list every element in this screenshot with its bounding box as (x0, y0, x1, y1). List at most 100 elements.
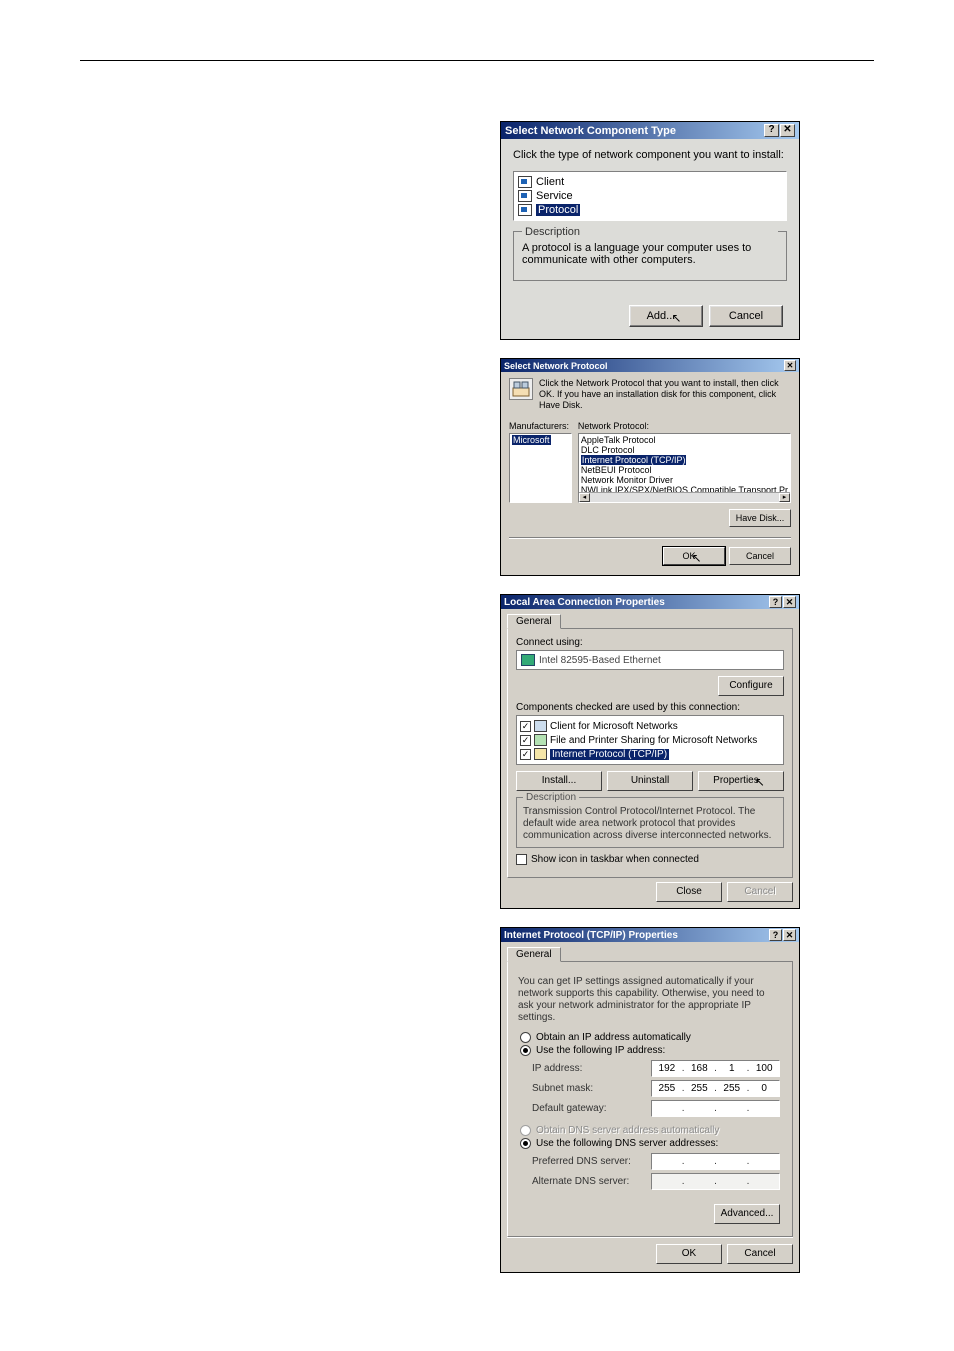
use-ip-radio-row[interactable]: Use the following IP address: (520, 1045, 780, 1056)
preferred-dns-input[interactable]: . . . (651, 1153, 780, 1170)
dialog-title: Local Area Connection Properties (504, 597, 769, 608)
use-dns-radio-row[interactable]: Use the following DNS server addresses: (520, 1138, 780, 1149)
components-label: Components checked are used by this conn… (516, 702, 784, 713)
checkbox[interactable]: ✓ (520, 735, 531, 746)
description-text: Transmission Control Protocol/Internet P… (523, 806, 777, 842)
list-item-selected[interactable]: ✓ Internet Protocol (TCP/IP) (520, 747, 780, 761)
configure-button[interactable]: Configure (718, 676, 784, 696)
install-button[interactable]: Install... (516, 771, 602, 791)
ok-button[interactable]: OK↖ (663, 547, 725, 565)
scroll-right-icon[interactable]: ▸ (779, 493, 790, 502)
adapter-name: Intel 82595-Based Ethernet (539, 655, 661, 666)
description-fieldset: Description Transmission Control Protoco… (516, 797, 784, 848)
description-legend: Description (522, 226, 778, 238)
checkbox[interactable]: ✓ (520, 749, 531, 760)
have-disk-button[interactable]: Have Disk... (729, 509, 791, 527)
cancel-button[interactable]: Cancel (709, 305, 783, 327)
default-gateway-label: Default gateway: (532, 1103, 651, 1114)
connect-using-label: Connect using: (516, 637, 784, 648)
service-icon (518, 190, 532, 202)
list-item-client[interactable]: Client (518, 175, 782, 189)
use-ip-label: Use the following IP address: (536, 1045, 665, 1056)
list-item[interactable]: Network Monitor Driver (581, 475, 788, 485)
tcpip-properties-dialog: Internet Protocol (TCP/IP) Properties ? … (500, 927, 800, 1273)
protocol-wizard-icon (509, 378, 533, 400)
adapter-box: Intel 82595-Based Ethernet (516, 650, 784, 670)
list-item[interactable]: ✓ Client for Microsoft Networks (520, 719, 780, 733)
show-icon-row[interactable]: Show icon in taskbar when connected (516, 854, 784, 865)
close-icon[interactable]: ✕ (780, 124, 795, 137)
tab-header: General (507, 613, 793, 629)
radio-button[interactable] (520, 1045, 531, 1056)
dialog-instruction: Click the type of network component you … (513, 149, 787, 161)
dialog-titlebar: Select Network Protocol ✕ (501, 359, 799, 372)
protocol-icon (534, 748, 547, 760)
use-dns-label: Use the following DNS server addresses: (536, 1138, 718, 1149)
checkbox[interactable] (516, 854, 527, 865)
add-button[interactable]: Add...↖ (629, 305, 703, 327)
dialog-titlebar: Select Network Component Type ? ✕ (501, 122, 799, 139)
client-icon (518, 176, 532, 188)
list-item[interactable]: NetBEUI Protocol (581, 465, 788, 475)
tab-general[interactable]: General (507, 947, 561, 962)
protocol-list[interactable]: AppleTalk Protocol DLC Protocol Internet… (578, 433, 791, 503)
properties-button[interactable]: Properties↖ (698, 771, 784, 791)
page-top-rule (80, 60, 874, 61)
uninstall-button[interactable]: Uninstall (607, 771, 693, 791)
list-item[interactable]: ✓ File and Printer Sharing for Microsoft… (520, 733, 780, 747)
tab-header: General (507, 946, 793, 962)
protocol-label: Network Protocol: (578, 421, 791, 431)
description-text: A protocol is a language your computer u… (522, 242, 778, 266)
lan-connection-properties-dialog: Local Area Connection Properties ? ✕ Gen… (500, 594, 800, 909)
cancel-button[interactable]: Cancel (729, 547, 791, 565)
alternate-dns-input[interactable]: . . . (651, 1173, 780, 1190)
select-component-type-dialog: Select Network Component Type ? ✕ Click … (500, 121, 800, 340)
radio-button[interactable] (520, 1138, 531, 1149)
obtain-dns-radio-row: Obtain DNS server address automatically (520, 1125, 780, 1136)
close-icon[interactable]: ✕ (783, 596, 796, 608)
help-icon[interactable]: ? (764, 124, 779, 137)
ip-address-label: IP address: (532, 1063, 651, 1074)
subnet-mask-input[interactable]: 255. 255. 255. 0 (651, 1080, 780, 1097)
dialog-title: Select Network Component Type (505, 125, 764, 137)
scroll-left-icon[interactable]: ◂ (579, 493, 590, 502)
ok-button[interactable]: OK (656, 1244, 722, 1264)
components-list[interactable]: ✓ Client for Microsoft Networks ✓ File a… (516, 715, 784, 765)
list-item[interactable]: AppleTalk Protocol (581, 435, 788, 445)
intro-text: You can get IP settings assigned automat… (518, 976, 782, 1024)
mfr-microsoft[interactable]: Microsoft (512, 435, 551, 445)
cancel-button[interactable]: Cancel (727, 1244, 793, 1264)
list-item-protocol[interactable]: Protocol (518, 203, 782, 217)
separator (509, 537, 791, 539)
preferred-dns-label: Preferred DNS server: (532, 1156, 651, 1167)
service-label: Service (536, 190, 573, 202)
close-icon[interactable]: ✕ (783, 929, 796, 941)
dialog-instruction: Click the Network Protocol that you want… (539, 378, 791, 411)
obtain-ip-radio-row[interactable]: Obtain an IP address automatically (520, 1032, 780, 1043)
service-icon (534, 734, 547, 746)
radio-button (520, 1125, 531, 1136)
close-icon[interactable]: ✕ (784, 360, 796, 371)
component-type-list[interactable]: Client Service Protocol (513, 171, 787, 221)
tab-general[interactable]: General (507, 614, 561, 629)
close-button[interactable]: Close (656, 882, 722, 902)
horizontal-scrollbar[interactable]: ◂ ▸ (579, 492, 790, 502)
obtain-dns-label: Obtain DNS server address automatically (536, 1125, 719, 1136)
client-label: Client (536, 176, 564, 188)
help-icon[interactable]: ? (769, 929, 782, 941)
advanced-button[interactable]: Advanced... (714, 1204, 780, 1224)
radio-button[interactable] (520, 1032, 531, 1043)
dialog-titlebar: Internet Protocol (TCP/IP) Properties ? … (501, 928, 799, 942)
default-gateway-input[interactable]: . . . (651, 1100, 780, 1117)
subnet-mask-label: Subnet mask: (532, 1083, 651, 1094)
show-icon-label: Show icon in taskbar when connected (531, 854, 699, 865)
list-item-selected[interactable]: Internet Protocol (TCP/IP) (581, 455, 687, 465)
manufacturers-list[interactable]: Microsoft (509, 433, 572, 503)
list-item-service[interactable]: Service (518, 189, 782, 203)
list-item[interactable]: DLC Protocol (581, 445, 788, 455)
checkbox[interactable]: ✓ (520, 721, 531, 732)
obtain-ip-label: Obtain an IP address automatically (536, 1032, 691, 1043)
nic-icon (521, 654, 535, 666)
help-icon[interactable]: ? (769, 596, 782, 608)
ip-address-input[interactable]: 192. 168. 1. 100 (651, 1060, 780, 1077)
